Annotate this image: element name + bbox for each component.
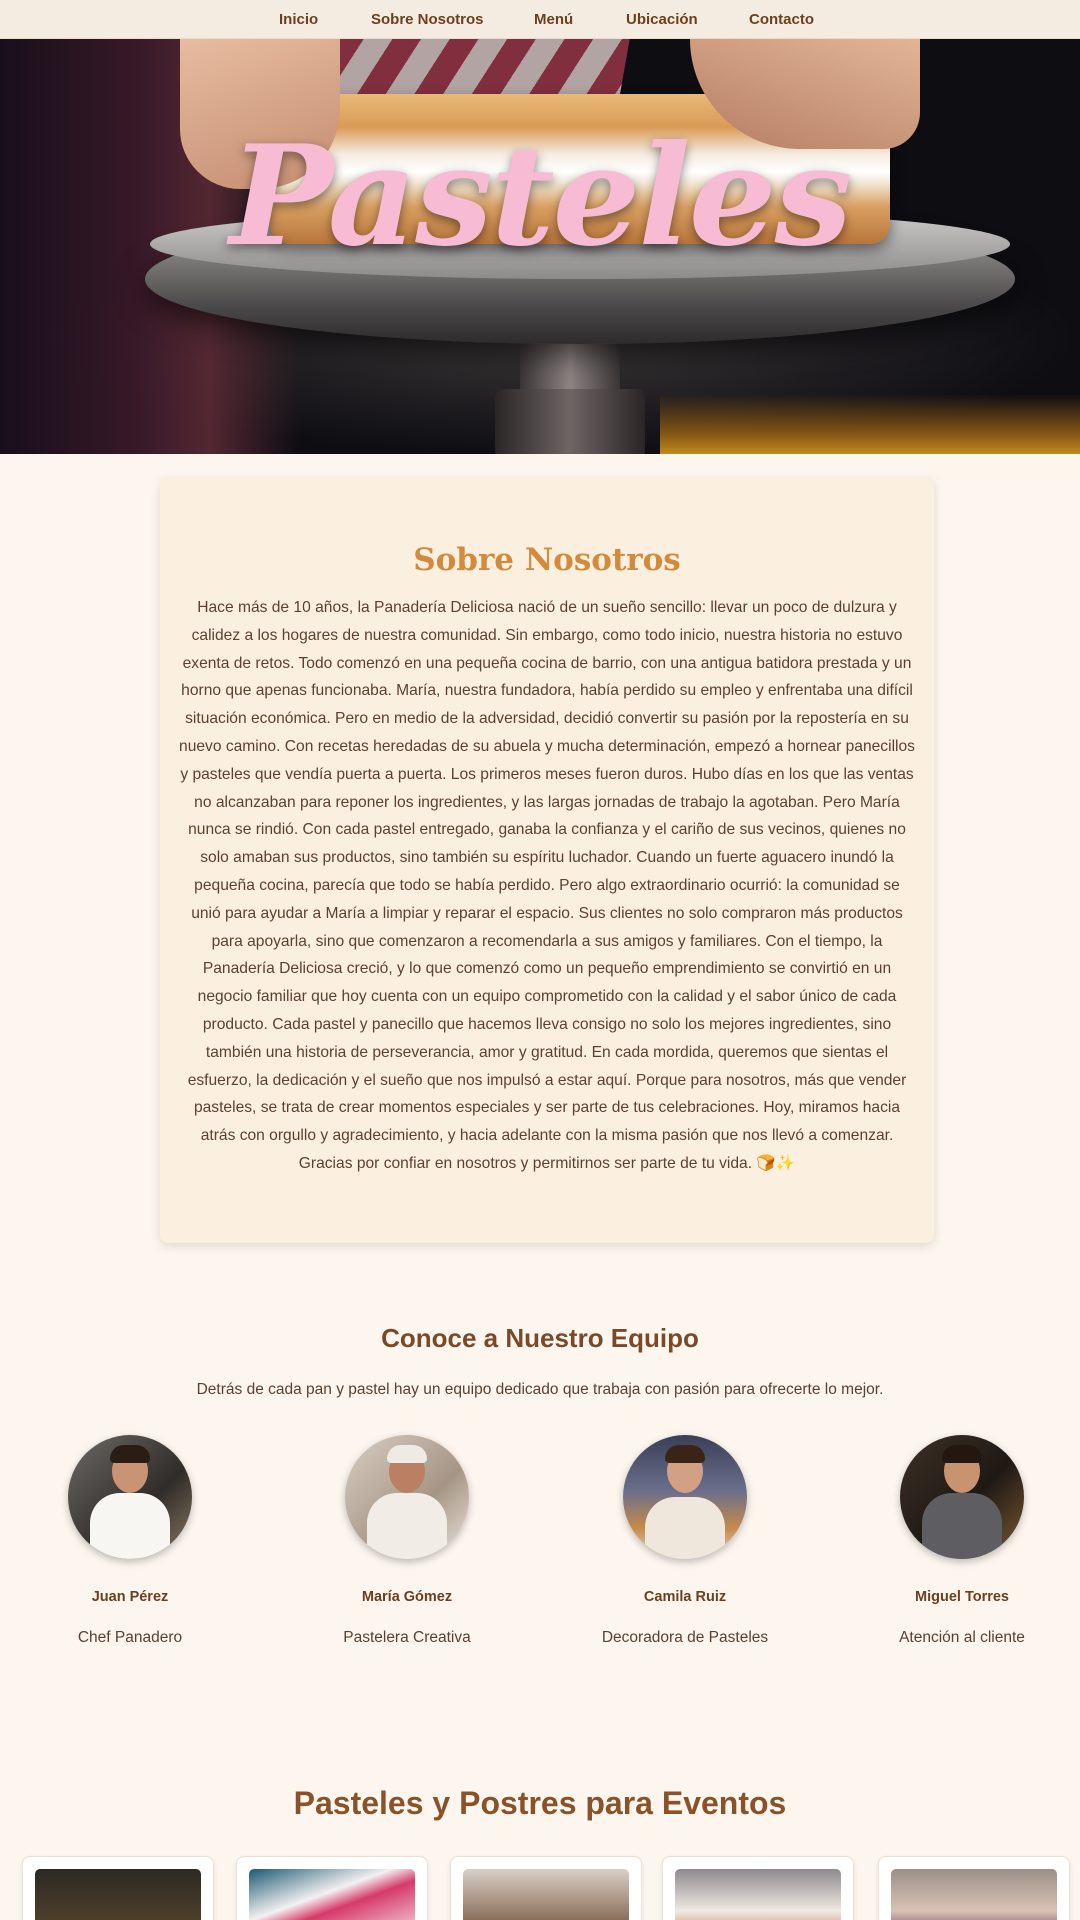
nav-link-sobre-nosotros[interactable]: Sobre Nosotros: [371, 11, 484, 28]
event-product-image: [463, 1869, 629, 1920]
member-role: Decoradora de Pasteles: [601, 1629, 769, 1646]
avatar: [900, 1435, 1024, 1559]
member-name: Camila Ruiz: [643, 1589, 727, 1605]
hero-title: Pasteles: [229, 114, 853, 277]
member-name: Miguel Torres: [915, 1589, 1009, 1605]
event-product-image: [249, 1869, 415, 1920]
member-role: Pastelera Creativa: [343, 1629, 471, 1646]
event-product-image: [891, 1869, 1057, 1920]
nav-link-ubicacion[interactable]: Ubicación: [626, 11, 698, 28]
cake-stand-base: [495, 389, 645, 454]
team-member-card: Juan Pérez Chef Panadero: [20, 1435, 240, 1647]
member-role: Chef Panadero: [77, 1629, 183, 1646]
member-role: Atención al cliente: [899, 1629, 1025, 1646]
avatar: [623, 1435, 747, 1559]
team-member-card: Camila Ruiz Decoradora de Pasteles: [575, 1435, 795, 1647]
team-member-card: María Gómez Pastelera Creativa: [297, 1435, 517, 1647]
about-text: Hace más de 10 años, la Panadería Delici…: [179, 599, 915, 1172]
event-product-image: [35, 1869, 201, 1920]
events-title: Pasteles y Postres para Eventos: [293, 1785, 787, 1821]
event-product-card[interactable]: [22, 1856, 214, 1920]
top-nav: Inicio Sobre Nosotros Menú Ubicación Con…: [0, 0, 1080, 39]
member-name: Juan Pérez: [91, 1589, 169, 1605]
event-product-card[interactable]: [450, 1856, 642, 1920]
about-title: Sobre Nosotros: [413, 542, 681, 578]
event-product-image: [675, 1869, 841, 1920]
hero-banner: Pasteles: [0, 39, 1080, 454]
about-card: Sobre Nosotros Hace más de 10 años, la P…: [160, 478, 934, 1243]
event-product-card[interactable]: [878, 1856, 1070, 1920]
member-name: María Gómez: [361, 1589, 453, 1605]
avatar: [345, 1435, 469, 1559]
avatar: [68, 1435, 192, 1559]
event-product-card[interactable]: [236, 1856, 428, 1920]
nav-link-inicio[interactable]: Inicio: [279, 11, 318, 28]
team-title: Conoce a Nuestro Equipo: [381, 1323, 699, 1353]
team-member-card: Miguel Torres Atención al cliente: [852, 1435, 1072, 1647]
nav-link-menu[interactable]: Menú: [534, 11, 573, 28]
nav-link-contacto[interactable]: Contacto: [749, 11, 814, 28]
event-product-card[interactable]: [662, 1856, 854, 1920]
hero-warm-glow: [660, 394, 1080, 454]
team-subtitle: Detrás de cada pan y pastel hay un equip…: [196, 1381, 884, 1398]
